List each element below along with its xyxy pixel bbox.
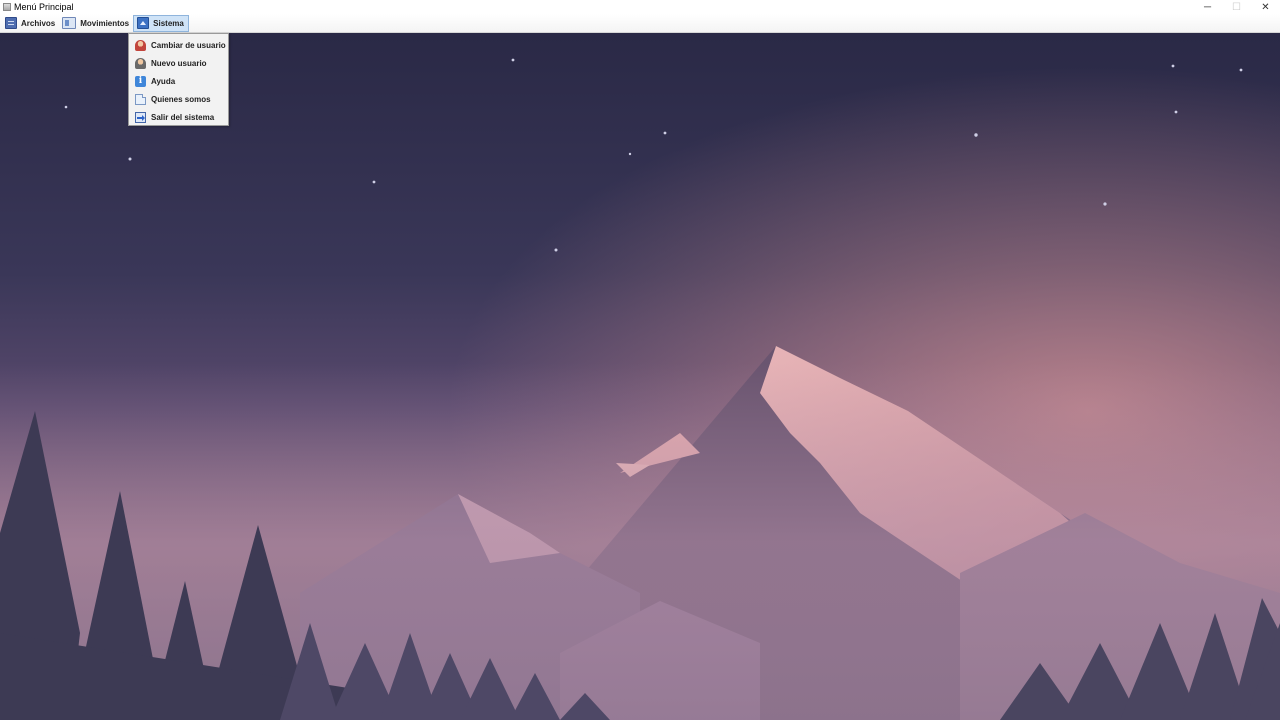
movements-icon	[62, 17, 77, 29]
list-icon	[5, 17, 17, 29]
info-icon: i	[135, 75, 146, 87]
menu-item-cambiar-usuario[interactable]: Cambiar de usuario	[129, 36, 228, 54]
exit-icon	[135, 111, 146, 123]
menu-item-nuevo-usuario[interactable]: Nuevo usuario	[129, 54, 228, 72]
menu-item-label: Nuevo usuario	[151, 58, 207, 68]
document-icon	[135, 93, 146, 105]
close-button[interactable]: ✕	[1251, 0, 1280, 14]
menu-item-ayuda[interactable]: i Ayuda	[129, 72, 228, 90]
menu-item-salir[interactable]: Salir del sistema	[129, 108, 228, 126]
menu-item-label: Ayuda	[151, 76, 176, 86]
menu-archivos[interactable]: Archivos	[2, 15, 59, 32]
menu-item-label: Salir del sistema	[151, 112, 215, 122]
menu-item-label: Quienes somos	[151, 94, 211, 104]
window-title: Menú Principal	[14, 2, 74, 12]
switch-user-icon	[135, 39, 146, 51]
menu-sistema[interactable]: Sistema	[133, 14, 189, 32]
menu-sistema-label: Sistema	[153, 18, 184, 28]
window-controls: ─ ☐ ✕	[1193, 0, 1280, 14]
menu-item-quienes-somos[interactable]: Quienes somos	[129, 90, 228, 108]
system-icon	[137, 17, 150, 29]
menu-archivos-label: Archivos	[21, 18, 56, 28]
maximize-button[interactable]: ☐	[1222, 0, 1251, 14]
app-window: Menú Principal ─ ☐ ✕ Archivos Movimiento…	[0, 0, 1280, 720]
wallpaper-landscape	[0, 33, 1280, 720]
minimize-button[interactable]: ─	[1193, 0, 1222, 14]
title-bar[interactable]: Menú Principal ─ ☐ ✕	[0, 0, 1280, 14]
add-user-icon	[135, 57, 146, 69]
menu-movimientos-label: Movimientos	[80, 18, 130, 28]
desktop-wallpaper	[0, 33, 1280, 720]
sistema-dropdown: Cambiar de usuario Nuevo usuario i Ayuda…	[128, 33, 229, 126]
app-icon	[3, 3, 11, 11]
menu-bar: Archivos Movimientos Sistema	[0, 14, 1280, 33]
menu-item-label: Cambiar de usuario	[151, 40, 226, 50]
menu-movimientos[interactable]: Movimientos	[59, 15, 133, 32]
